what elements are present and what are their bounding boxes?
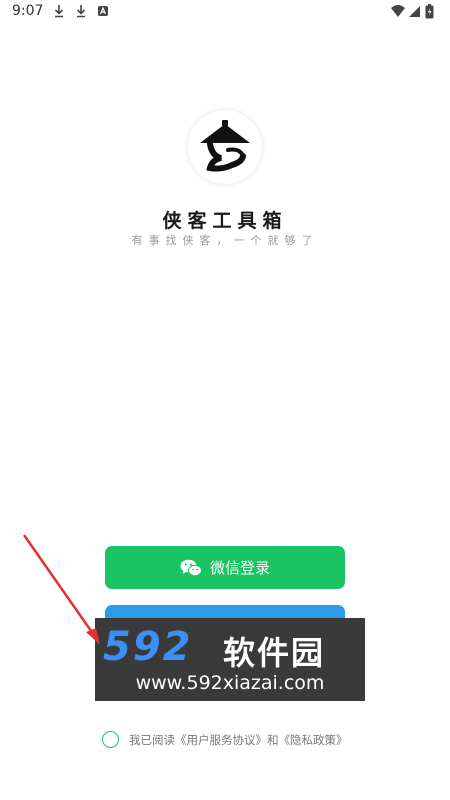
watermark-brand-name: 软件园 [223,634,326,672]
wechat-icon [180,559,202,576]
app-notification-icon [98,6,108,16]
battery-icon [425,4,434,19]
watermark: 592 软件园 www.592xiazai.com [95,618,365,701]
agreement-row: 我已阅读《用户服务协议》和《隐私政策》 [102,731,348,748]
status-bar: 9:07 [0,0,450,24]
watermark-brand: 592 软件园 [95,620,365,672]
swordsman-hat-icon [200,120,250,172]
status-time: 9:07 [12,3,44,19]
agreement-text[interactable]: 我已阅读《用户服务协议》和《隐私政策》 [129,732,348,748]
wechat-login-label: 微信登录 [209,559,270,577]
wechat-login-button[interactable]: 微信登录 [105,546,345,589]
app-slogan: 有事找侠客，一个就够了 [131,234,319,247]
download-icon [54,5,64,18]
wifi-icon [391,5,405,17]
app-name: 侠客工具箱 [162,210,288,232]
watermark-url: www.592xiazai.com [135,672,325,694]
download-icon [76,5,86,18]
signal-icon [409,6,420,17]
agreement-checkbox[interactable] [102,731,119,748]
watermark-number: 592 [103,624,193,670]
app-logo [188,110,262,184]
